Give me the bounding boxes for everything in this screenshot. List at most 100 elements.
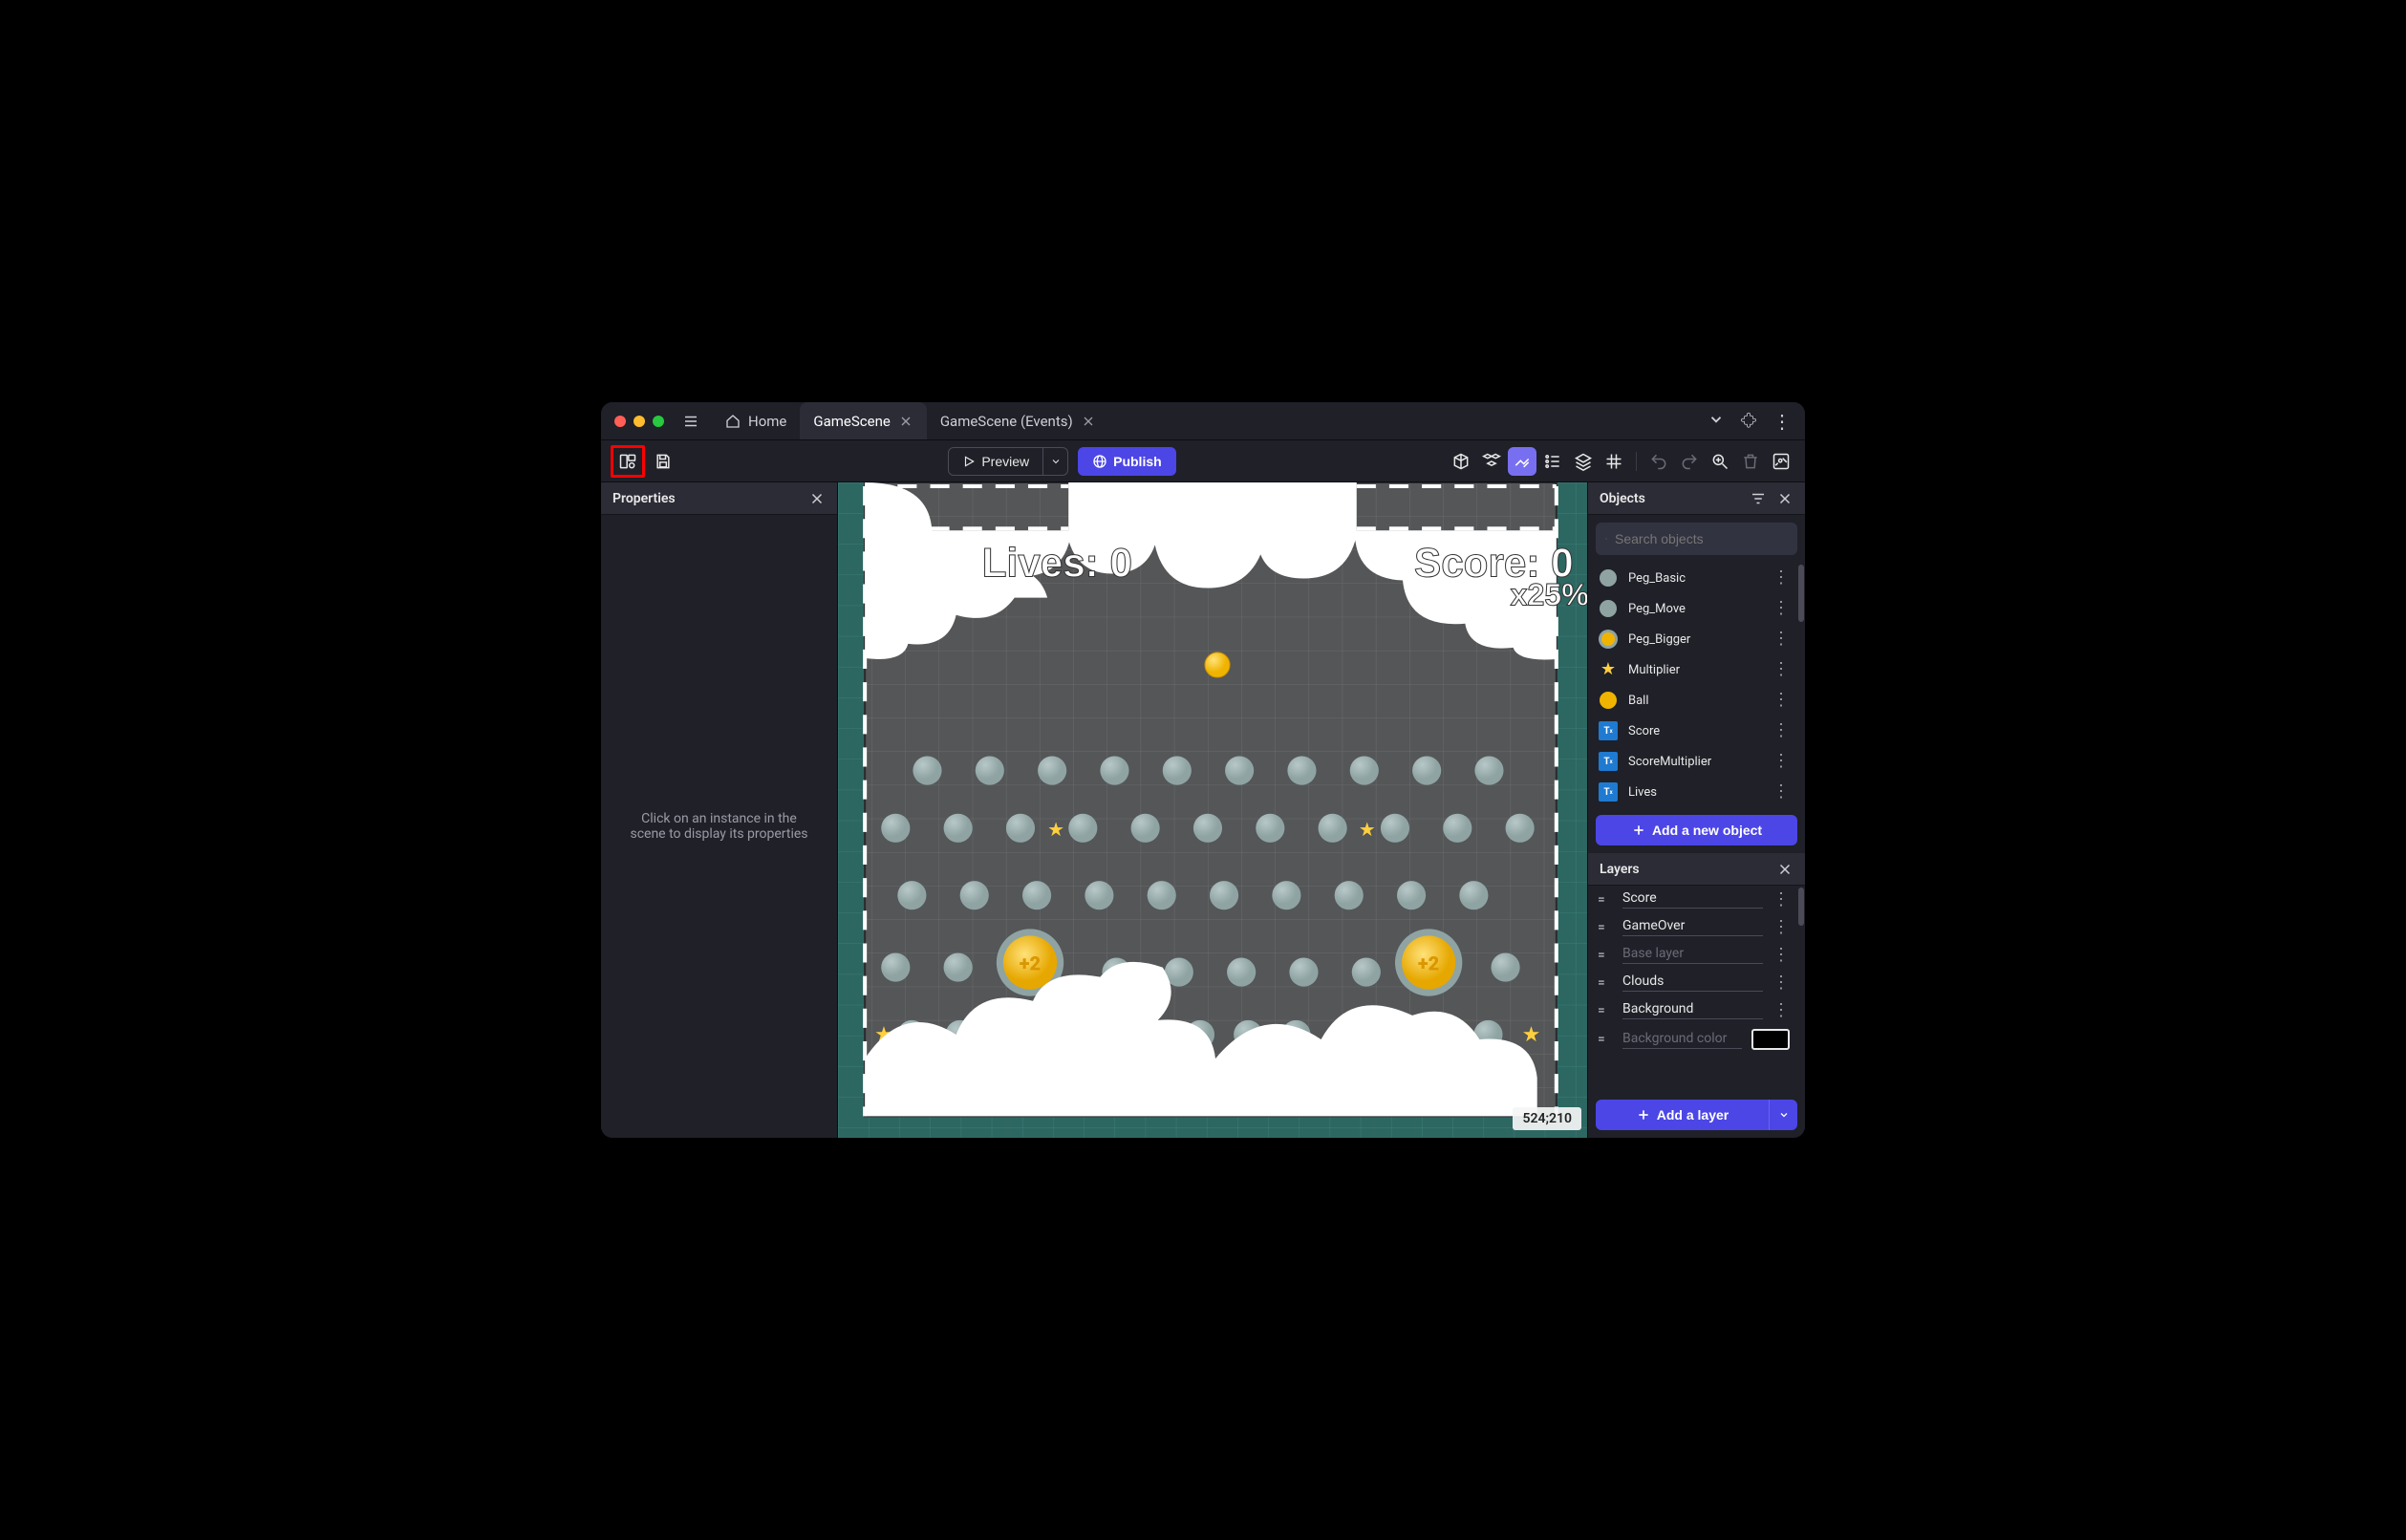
close-icon[interactable]: [1776, 861, 1794, 878]
scene-ball[interactable]: [1205, 652, 1230, 677]
zoom-button[interactable]: [1706, 447, 1734, 476]
object-row[interactable]: Peg_Bigger ⋮: [1588, 624, 1799, 654]
layer-row[interactable]: =Background color: [1588, 1024, 1799, 1055]
close-icon[interactable]: [808, 490, 826, 507]
star-icon[interactable]: ★: [1522, 1022, 1541, 1047]
more-icon[interactable]: ⋮: [1772, 600, 1790, 617]
object-row[interactable]: TxScoreMultiplier⋮: [1588, 746, 1799, 777]
object-row[interactable]: Peg_Basic⋮: [1588, 563, 1799, 593]
preview-dropdown[interactable]: [1043, 447, 1068, 476]
objects-panel-icon[interactable]: [1447, 447, 1475, 476]
star-icon[interactable]: ★: [1359, 818, 1376, 841]
instances-list-icon[interactable]: [1538, 447, 1567, 476]
cursor-coordinates: 524;210: [1513, 1107, 1581, 1130]
tab-events-label: GameScene (Events): [940, 413, 1073, 430]
more-icon[interactable]: ⋮: [1772, 753, 1790, 770]
add-object-button[interactable]: Add a new object: [1596, 815, 1797, 845]
object-name: Score: [1628, 724, 1660, 738]
more-icon[interactable]: ⋮: [1772, 631, 1790, 648]
add-layer-button[interactable]: Add a layer: [1596, 1100, 1769, 1130]
layer-row[interactable]: = Background ⋮: [1588, 996, 1799, 1024]
more-icon[interactable]: ⋮: [1772, 891, 1790, 909]
drag-handle-icon[interactable]: =: [1598, 1003, 1613, 1018]
object-name: Ball: [1628, 694, 1649, 708]
maximize-window-icon[interactable]: [653, 416, 664, 427]
scrollbar[interactable]: [1798, 888, 1804, 926]
color-swatch[interactable]: [1751, 1029, 1790, 1050]
layers-panel-icon[interactable]: [1569, 447, 1598, 476]
preview-button[interactable]: Preview: [948, 447, 1043, 476]
layer-row[interactable]: = Base layer ⋮: [1588, 941, 1799, 969]
menu-button[interactable]: [677, 408, 704, 435]
layer-name: Background: [1622, 1001, 1763, 1019]
object-row[interactable]: Peg_Move⋮: [1588, 593, 1799, 624]
publish-button[interactable]: Publish: [1078, 447, 1176, 476]
tabs: Home GameScene GameScene (Events): [712, 402, 1109, 439]
more-icon[interactable]: ⋮: [1772, 783, 1790, 801]
layer-row[interactable]: =Clouds⋮: [1588, 969, 1799, 996]
close-icon[interactable]: [898, 414, 913, 429]
layer-row[interactable]: =Score⋮: [1588, 886, 1799, 913]
save-button[interactable]: [649, 447, 677, 476]
edit-layers-icon[interactable]: [1508, 447, 1536, 476]
drag-handle-icon[interactable]: =: [1598, 948, 1613, 963]
properties-help-text: Click on an instance in the scene to dis…: [601, 515, 837, 1138]
drag-handle-icon[interactable]: =: [1598, 920, 1613, 935]
object-row[interactable]: Ball ⋮: [1588, 685, 1799, 716]
drag-handle-icon[interactable]: =: [1598, 975, 1613, 991]
add-layer-dropdown[interactable]: [1769, 1100, 1797, 1130]
add-layer-button-group: Add a layer: [1596, 1100, 1797, 1130]
minimize-window-icon[interactable]: [634, 416, 645, 427]
properties-panel: Properties Click on an instance in the s…: [601, 482, 838, 1138]
redo-button[interactable]: [1675, 447, 1704, 476]
tab-scene[interactable]: GameScene: [800, 402, 926, 439]
add-layer-label: Add a layer: [1657, 1107, 1729, 1123]
more-icon[interactable]: ⋮: [1772, 1002, 1790, 1019]
more-icon[interactable]: ⋮: [1772, 919, 1790, 936]
extensions-icon[interactable]: [1740, 411, 1757, 432]
more-icon[interactable]: ⋮: [1772, 947, 1790, 964]
objects-search[interactable]: [1596, 523, 1797, 555]
object-name: Peg_Bigger: [1628, 632, 1690, 647]
search-input[interactable]: [1615, 531, 1788, 546]
preview-label: Preview: [981, 454, 1029, 469]
delete-button[interactable]: [1736, 447, 1765, 476]
close-window-icon[interactable]: [614, 416, 626, 427]
object-groups-icon[interactable]: [1477, 447, 1506, 476]
tab-home[interactable]: Home: [712, 402, 800, 439]
more-icon[interactable]: ⋮: [1772, 692, 1790, 709]
close-icon[interactable]: [1776, 490, 1794, 507]
scrollbar[interactable]: [1798, 565, 1804, 622]
window-controls: [601, 416, 677, 427]
publish-label: Publish: [1113, 454, 1162, 469]
object-name: Multiplier: [1628, 663, 1680, 677]
filter-icon[interactable]: [1750, 490, 1767, 507]
star-icon[interactable]: ★: [1047, 818, 1064, 841]
more-icon[interactable]: ⋮: [1772, 661, 1790, 678]
objects-title: Objects: [1600, 491, 1645, 506]
bonus-coin[interactable]: +2: [1395, 929, 1462, 995]
more-icon[interactable]: ⋮: [1772, 569, 1790, 587]
grid-icon[interactable]: [1600, 447, 1628, 476]
more-icon[interactable]: ⋮: [1772, 974, 1790, 992]
more-icon[interactable]: ⋮: [1772, 722, 1790, 739]
drag-handle-icon[interactable]: =: [1598, 1032, 1613, 1047]
panels-toggle-button[interactable]: [611, 445, 645, 478]
layer-row[interactable]: =GameOver⋮: [1588, 913, 1799, 941]
more-icon[interactable]: ⋮: [1772, 412, 1792, 431]
object-name: ScoreMultiplier: [1628, 755, 1711, 769]
object-name: Lives: [1628, 785, 1657, 800]
drag-handle-icon[interactable]: =: [1598, 892, 1613, 908]
close-icon[interactable]: [1081, 414, 1096, 429]
layer-name: Base layer: [1622, 946, 1763, 964]
scene-canvas[interactable]: Lives: 0 Score: 0 x25% ★: [838, 482, 1587, 1138]
tab-events[interactable]: GameScene (Events): [927, 402, 1109, 439]
object-row[interactable]: TxLives⋮: [1588, 777, 1799, 807]
scene-settings-icon[interactable]: [1767, 447, 1795, 476]
object-row[interactable]: TxScore⋮: [1588, 716, 1799, 746]
layers-title: Layers: [1600, 862, 1640, 877]
chevron-down-icon[interactable]: [1708, 411, 1725, 432]
tab-home-label: Home: [748, 413, 786, 430]
object-row[interactable]: ★Multiplier⋮: [1588, 654, 1799, 685]
undo-button[interactable]: [1644, 447, 1673, 476]
